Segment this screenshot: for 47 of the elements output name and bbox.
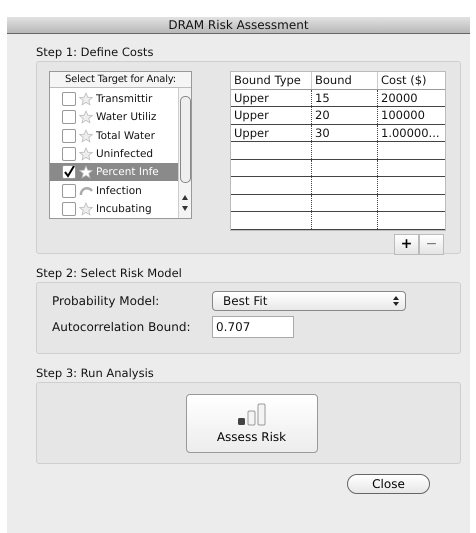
section-label: Step 2: Select Risk Model [36,266,182,280]
list-item[interactable]: Incubating [50,200,178,218]
window-title: DRAM Risk Assessment [7,17,470,34]
list-header: Select Target for Analy: [50,72,191,88]
star-icon [79,146,93,161]
scrollbar[interactable] [178,88,191,218]
stepper-icon [392,295,400,307]
checkbox[interactable] [62,184,76,198]
add-button[interactable]: + [394,234,419,254]
remove-button[interactable]: − [419,234,444,254]
table-cell: Upper [231,90,312,106]
star-icon [79,92,93,106]
autocorrelation-field[interactable]: 0.707 [212,316,294,338]
field-label: Probability Model: [52,294,160,308]
bar-chart-icon [236,403,266,427]
list-item[interactable]: Infection [50,181,178,200]
section-label: Step 1: Define Costs [36,45,154,59]
table-cell-text: 1.00000... [380,124,441,141]
section-label: Step 3: Run Analysis [36,366,154,380]
list-item[interactable]: Transmittir [50,90,178,108]
checkbox[interactable] [62,165,76,180]
close-button[interactable]: Close [347,474,430,494]
model-dropdown[interactable]: Best Fit [212,291,406,311]
checkbox[interactable] [62,128,76,143]
column-header[interactable]: Bound Type [231,72,312,88]
column-header[interactable]: Bound [312,72,378,88]
star-icon [79,165,93,180]
table-cell-text: 100000 [380,107,426,124]
table-cell-text: 20000 [380,90,419,106]
field-label: Autocorrelation Bound: [52,320,192,334]
table-cell: Upper [231,107,312,124]
table-cell: Upper [231,124,312,141]
checkbox[interactable] [62,146,76,161]
star-icon [79,202,93,216]
table-cell: 30 [312,124,378,141]
list-item[interactable]: Water Utiliz [50,108,178,127]
column-header[interactable]: Cost ($) [378,72,445,88]
checkbox[interactable] [62,92,76,106]
list-item[interactable]: Uninfected [50,144,178,164]
checkbox[interactable] [62,110,76,124]
star-icon [79,110,93,124]
table-cell: 20 [312,107,378,124]
star-icon [79,128,93,143]
assess-risk-button[interactable]: Assess Risk [186,394,318,453]
checkbox[interactable] [62,202,76,216]
table-cell: 15 [312,90,378,106]
list-item[interactable]: Total Water [50,126,178,145]
